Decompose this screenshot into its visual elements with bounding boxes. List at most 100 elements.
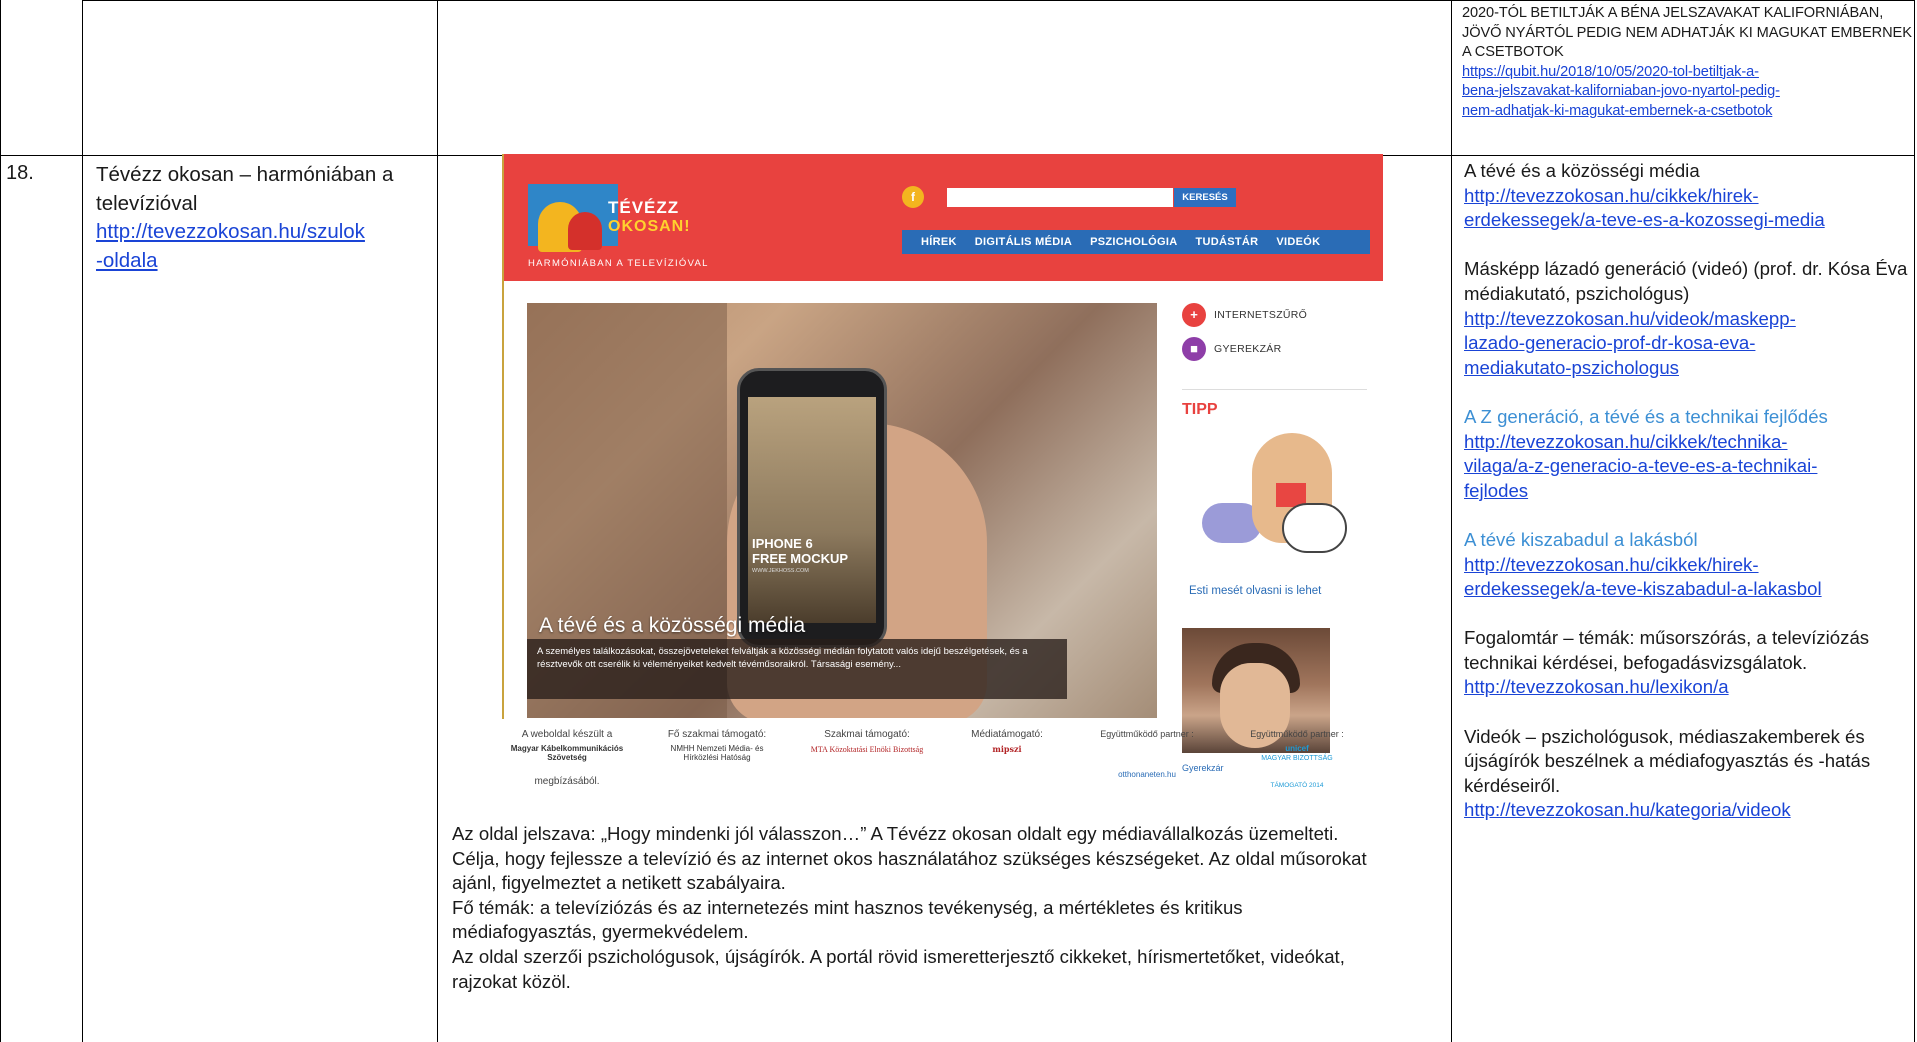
reference-title: A Z generáció, a tévé és a technikai fej… [1464, 405, 1828, 427]
sponsor-label: Együttműködő partner : [1100, 729, 1194, 739]
description-paragraph: Az oldal jelszava: „Hogy mindenki jól vá… [452, 823, 1339, 844]
hero-caption-box: A személyes találkozásokat, összejövetel… [527, 639, 1067, 699]
table-border-left-stub [0, 0, 1, 1042]
reference-item: A tévé és a közösségi média http://tevez… [1464, 159, 1912, 233]
logo-line-2: OKOSAN! [608, 218, 691, 235]
table-col-line-2 [437, 0, 438, 1042]
description-paragraph: Fő témák: a televíziózás és az internete… [452, 896, 1243, 943]
facebook-icon[interactable]: f [902, 186, 924, 208]
hero-image: IPHONE 6 FREE MOCKUP WWW.JEKHOSS.COM A t… [527, 303, 1157, 718]
reference-link[interactable]: mediakutato-pszichologus [1464, 356, 1912, 381]
row17-reference-cell: 2020-TÓL BETILTJÁK A BÉNA JELSZAVAKAT KA… [1462, 4, 1914, 121]
reference-link[interactable]: http://tevezzokosan.hu/lexikon/a [1464, 675, 1912, 700]
phone-text-2: FREE MOCKUP [752, 551, 849, 566]
row-number: 18. [6, 162, 34, 184]
sponsor-foot: TÁMOGATÓ 2014 [1270, 782, 1324, 789]
screenshot-border [502, 154, 504, 719]
table-border-top [82, 0, 1915, 1]
sponsor-mta: Szakmai támogató: MTA Közoktatási Elnöki… [802, 729, 932, 756]
row17-link-line-2[interactable]: bena-jelszavakat-kaliforniaban-jovo-nyar… [1462, 82, 1914, 102]
sponsor-sub: MAGYAR BIZOTTSÁG [1261, 755, 1333, 762]
nav-item-videok[interactable]: VIDEÓK [1267, 230, 1329, 254]
tipp-heading: TIPP [1182, 401, 1218, 418]
sponsor-label: Együttműködő partner : [1250, 729, 1344, 739]
row18-title: Tévézz okosan – harmóniában a televízióv… [96, 163, 394, 215]
reference-link[interactable]: lazado-generacio-prof-dr-kosa-eva- [1464, 331, 1912, 356]
row18-link-line-1[interactable]: http://tevezzokosan.hu/szulok [96, 218, 426, 247]
phone-text-3: WWW.JEKHOSS.COM [752, 568, 809, 574]
row17-headline: 2020-TÓL BETILTJÁK A BÉNA JELSZAVAKAT KA… [1462, 5, 1912, 60]
row18-description: Az oldal jelszava: „Hogy mindenki jól vá… [452, 822, 1387, 994]
site-search-button[interactable]: KERESÉS [1174, 188, 1236, 207]
tip-caption[interactable]: Esti mesét olvasni is lehet [1189, 585, 1321, 597]
sponsor-label: A weboldal készült a [521, 729, 613, 740]
reference-title: Videók – pszichológusok, médiaszakembere… [1464, 725, 1871, 796]
sidebar-divider [1182, 389, 1367, 390]
reference-title: Másképp lázadó generáció (videó) (prof. … [1464, 258, 1908, 304]
reference-link[interactable]: http://tevezzokosan.hu/kategoria/videok [1464, 798, 1912, 823]
row17-link-line-3[interactable]: nem-adhatjak-ki-magukat-embernek-a-csetb… [1462, 102, 1914, 122]
description-paragraph: Célja, hogy fejlessze a televízió és az … [452, 847, 1367, 894]
reference-title: A tévé és a közösségi média [1464, 160, 1700, 181]
filter-icon: + [1182, 303, 1206, 327]
reference-item: Videók – pszichológusok, médiaszakembere… [1464, 725, 1912, 823]
row18-references: A tévé és a közösségi média http://tevez… [1464, 159, 1912, 848]
sponsor-logo: Magyar Kábelkommunikációs Szövetség [510, 744, 624, 762]
sponsor-logo: NMHH Nemzeti Média- és Hírközlési Hatósá… [670, 744, 764, 762]
sponsor-label: Szakmai támogató: [824, 729, 910, 740]
reference-link[interactable]: http://tevezzokosan.hu/videok/maskepp- [1464, 307, 1912, 332]
logo-line-1: TÉVÉZZ [608, 198, 680, 217]
nav-item-hirek[interactable]: HÍREK [912, 230, 966, 254]
sponsor-logo: MTA Közoktatási Elnöki Bizottság [810, 745, 924, 754]
sponsor-otthonaneten: Együttműködő partner : otthonaneten.hu [1082, 729, 1212, 779]
sponsor-logo: mipszi [992, 744, 1022, 754]
site-sidebar: + INTERNETSZŰRŐ ■ GYEREKZÁR TIPP Esti me… [1182, 303, 1367, 783]
logo-subtitle: HARMÓNIÁBAN A TELEVÍZIÓVAL [528, 258, 709, 269]
sponsor-label: Fő szakmai támogató: [667, 729, 767, 740]
hero-title[interactable]: A tévé és a közösségi média [539, 614, 805, 638]
reference-link[interactable]: http://tevezzokosan.hu/cikkek/hirek- [1464, 553, 1912, 578]
reference-title: A tévé kiszabadul a lakásból [1464, 528, 1698, 550]
reference-item: Másképp lázadó generáció (videó) (prof. … [1464, 257, 1912, 380]
sidebar-link-gyerekzar[interactable]: ■ GYEREKZÁR [1182, 337, 1281, 361]
table-col-line-4 [1914, 0, 1915, 1042]
row18-link-line-2[interactable]: -oldala [96, 247, 426, 276]
reference-item: Fogalomtár – témák: műsorszórás, a telev… [1464, 626, 1912, 700]
reference-link[interactable]: vilaga/a-z-generacio-a-teve-es-a-technik… [1464, 454, 1912, 479]
reference-link[interactable]: erdekessegek/a-teve-es-a-kozossegi-media [1464, 208, 1912, 233]
sponsor-mipszi: Médiatámogató: mipszi [942, 729, 1072, 754]
phone-mockup: IPHONE 6 FREE MOCKUP WWW.JEKHOSS.COM [737, 368, 887, 648]
bear-illustration[interactable] [1192, 433, 1352, 573]
lock-icon: ■ [1182, 337, 1206, 361]
sponsor-logo: unicef [1285, 744, 1309, 753]
description-paragraph: Az oldal szerzői pszichológusok, újságír… [452, 945, 1345, 992]
website-screenshot: TÉVÉZZ OKOSAN! HARMÓNIÁBAN A TELEVÍZIÓVA… [502, 154, 1383, 804]
table-col-line-3 [1451, 0, 1452, 1042]
phone-text-1: IPHONE 6 [752, 536, 813, 551]
sponsor-foot: megbízásából. [534, 776, 600, 787]
reference-title: Fogalomtár – témák: műsorszórás, a telev… [1464, 627, 1870, 673]
sidebar-link-label: GYEREKZÁR [1214, 343, 1282, 355]
site-search-input[interactable] [947, 188, 1173, 207]
sponsor-unicef: Együttműködő partner : unicef MAGYAR BIZ… [1232, 729, 1362, 789]
site-nav: HÍREK DIGITÁLIS MÉDIA PSZICHOLÓGIA TUDÁS… [902, 230, 1370, 254]
table-col-line-1 [82, 0, 83, 1042]
row17-link-line-1[interactable]: https://qubit.hu/2018/10/05/2020-tol-bet… [1462, 63, 1914, 83]
site-logo: TÉVÉZZ OKOSAN! [528, 174, 698, 269]
reference-link[interactable]: erdekessegek/a-teve-kiszabadul-a-lakasbo… [1464, 577, 1912, 602]
sidebar-link-internetszuro[interactable]: + INTERNETSZŰRŐ [1182, 303, 1307, 327]
sidebar-link-label: INTERNETSZŰRŐ [1214, 309, 1308, 321]
reference-link[interactable]: fejlodes [1464, 479, 1912, 504]
reference-link[interactable]: http://tevezzokosan.hu/cikkek/technika- [1464, 430, 1912, 455]
nav-item-digitalis-media[interactable]: DIGITÁLIS MÉDIA [966, 230, 1081, 254]
hero-caption: A személyes találkozásokat, összejövetel… [537, 646, 1028, 670]
nav-item-tudastar[interactable]: TUDÁSTÁR [1186, 230, 1267, 254]
sponsor-strip: A weboldal készült a Magyar Kábelkommuni… [502, 729, 1383, 804]
reference-item: A Z generáció, a tévé és a technikai fej… [1464, 405, 1912, 503]
sponsor-logo: otthonaneten.hu [1118, 770, 1176, 779]
nav-item-pszichologia[interactable]: PSZICHOLÓGIA [1081, 230, 1186, 254]
reference-item: A tévé kiszabadul a lakásból http://teve… [1464, 528, 1912, 602]
sponsor-label: Médiatámogató: [971, 729, 1043, 740]
site-header: TÉVÉZZ OKOSAN! HARMÓNIÁBAN A TELEVÍZIÓVA… [502, 154, 1383, 281]
reference-link[interactable]: http://tevezzokosan.hu/cikkek/hirek- [1464, 184, 1912, 209]
